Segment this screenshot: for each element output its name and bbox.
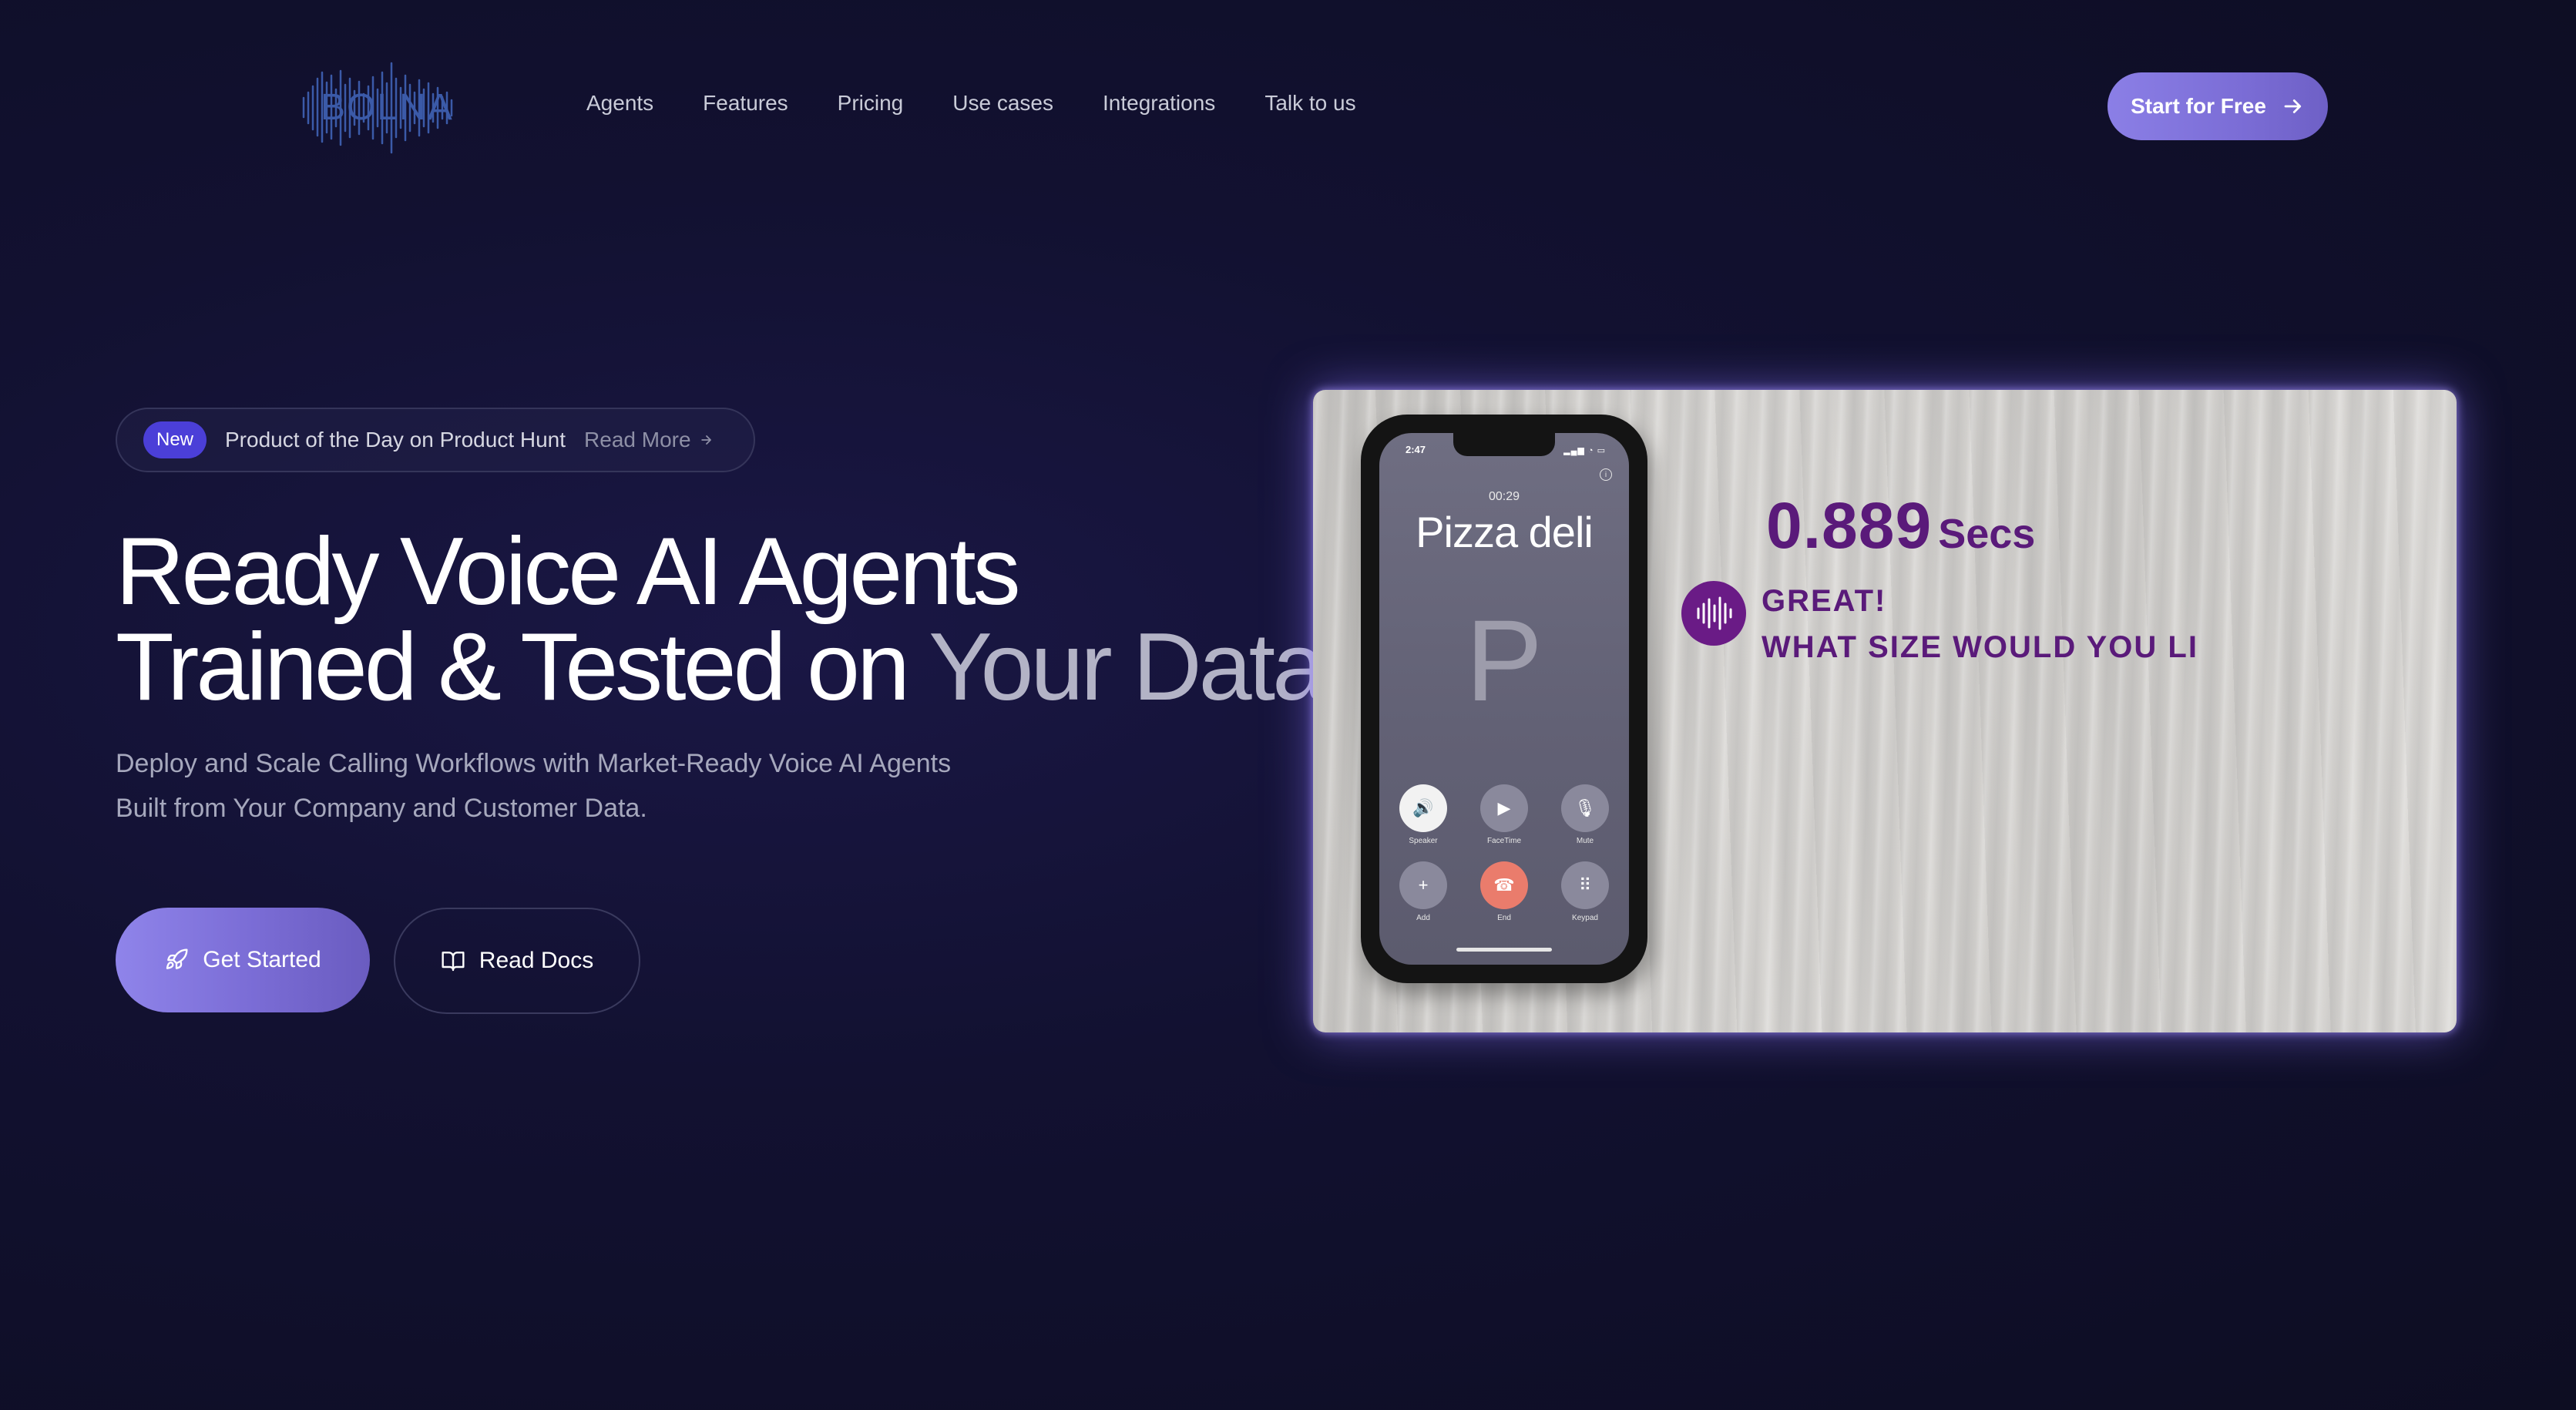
call-label-add: Add xyxy=(1416,914,1430,922)
caller-initial: P xyxy=(1465,596,1543,725)
new-tag: New xyxy=(143,421,207,458)
bolna-logo[interactable]: BOLNA xyxy=(299,55,461,159)
subtitle-line-1: Deploy and Scale Calling Workflows with … xyxy=(116,749,952,778)
phone-screen: 2:47 ▂▄▆ ◔ ▭ i 00:29 Pizza deli P 🔊 Spea… xyxy=(1379,433,1629,965)
nav-link-features[interactable]: Features xyxy=(703,91,788,116)
latency-unit: Secs xyxy=(1938,511,2036,557)
read-docs-button[interactable]: Read Docs xyxy=(394,908,640,1014)
announcement-text: Product of the Day on Product Hunt xyxy=(225,428,566,452)
phone-mockup: 2:47 ▂▄▆ ◔ ▭ i 00:29 Pizza deli P 🔊 Spea… xyxy=(1361,415,1647,983)
get-started-button[interactable]: Get Started xyxy=(116,908,370,1012)
call-label-keypad: Keypad xyxy=(1572,914,1598,922)
phone-notch xyxy=(1453,433,1555,456)
nav-link-integrations[interactable]: Integrations xyxy=(1103,91,1215,116)
agent-transcript: GREAT! WHAT SIZE WOULD YOU LI xyxy=(1762,578,2198,670)
landing-page: BOLNA Agents Features Pricing Use cases … xyxy=(0,0,2576,1410)
call-label-end: End xyxy=(1497,914,1511,922)
mute-icon: 🎙 xyxy=(1561,784,1609,832)
headline-line-2-start: Trained & Tested on xyxy=(116,614,929,720)
announcement-badge[interactable]: New Product of the Day on Product Hunt R… xyxy=(116,408,755,472)
headline-highlight: Your Data xyxy=(929,614,1325,720)
top-navbar: BOLNA Agents Features Pricing Use cases … xyxy=(0,0,2576,216)
add-contact-icon: + xyxy=(1399,861,1447,909)
facetime-icon: ▶ xyxy=(1480,784,1528,832)
subtitle-line-2: Built from Your Company and Customer Dat… xyxy=(116,794,647,823)
book-open-icon xyxy=(442,952,465,972)
info-icon: i xyxy=(1600,468,1612,481)
caller-name: Pizza deli xyxy=(1416,508,1594,556)
end-call-icon: ☎ xyxy=(1480,861,1528,909)
nav-link-talk-to-us[interactable]: Talk to us xyxy=(1264,91,1355,116)
read-docs-label: Read Docs xyxy=(479,948,594,973)
arrow-right-icon xyxy=(700,435,711,445)
keypad-icon: ⠿ xyxy=(1561,861,1609,909)
hero-subtitle: Deploy and Scale Calling Workflows with … xyxy=(116,741,1079,831)
call-timer: 00:29 xyxy=(1488,490,1520,503)
hero-headline: Ready Voice AI Agents Trained & Tested o… xyxy=(116,519,1325,715)
logo-wordmark: BOLNA xyxy=(321,87,454,128)
call-label-mute: Mute xyxy=(1576,837,1594,845)
headline-line-2: Trained & Tested on Your Data xyxy=(116,619,1325,715)
voice-agent-waveform-icon xyxy=(1681,581,1746,646)
nav-link-use-cases[interactable]: Use cases xyxy=(952,91,1053,116)
call-label-facetime: FaceTime xyxy=(1486,837,1522,845)
status-time: 2:47 xyxy=(1406,444,1426,455)
demo-video[interactable]: 2:47 ▂▄▆ ◔ ▭ i 00:29 Pizza deli P 🔊 Spea… xyxy=(1313,390,2457,1032)
start-for-free-button[interactable]: Start for Free xyxy=(2107,72,2328,140)
transcript-line-2: WHAT SIZE WOULD YOU LI xyxy=(1762,630,2198,664)
latency-readout: 0.889 Secs xyxy=(1766,488,2035,563)
rocket-icon xyxy=(166,948,188,969)
status-icons: ▂▄▆ ◔ ▭ xyxy=(1563,446,1606,455)
start-for-free-label: Start for Free xyxy=(2131,94,2266,118)
latency-value: 0.889 xyxy=(1766,489,1933,562)
primary-nav: Agents Features Pricing Use cases Integr… xyxy=(586,91,1406,116)
nav-link-agents[interactable]: Agents xyxy=(586,91,653,116)
transcript-line-1: GREAT! xyxy=(1762,584,1887,618)
nav-link-pricing[interactable]: Pricing xyxy=(838,91,904,116)
home-indicator xyxy=(1456,948,1552,952)
read-more-label: Read More xyxy=(584,428,691,452)
arrow-right-icon xyxy=(2284,99,2302,113)
speaker-icon: 🔊 xyxy=(1399,784,1447,832)
call-label-speaker: Speaker xyxy=(1409,837,1438,845)
headline-line-1: Ready Voice AI Agents xyxy=(116,519,1021,625)
get-started-label: Get Started xyxy=(203,947,321,972)
read-more-link[interactable]: Read More xyxy=(584,428,714,452)
